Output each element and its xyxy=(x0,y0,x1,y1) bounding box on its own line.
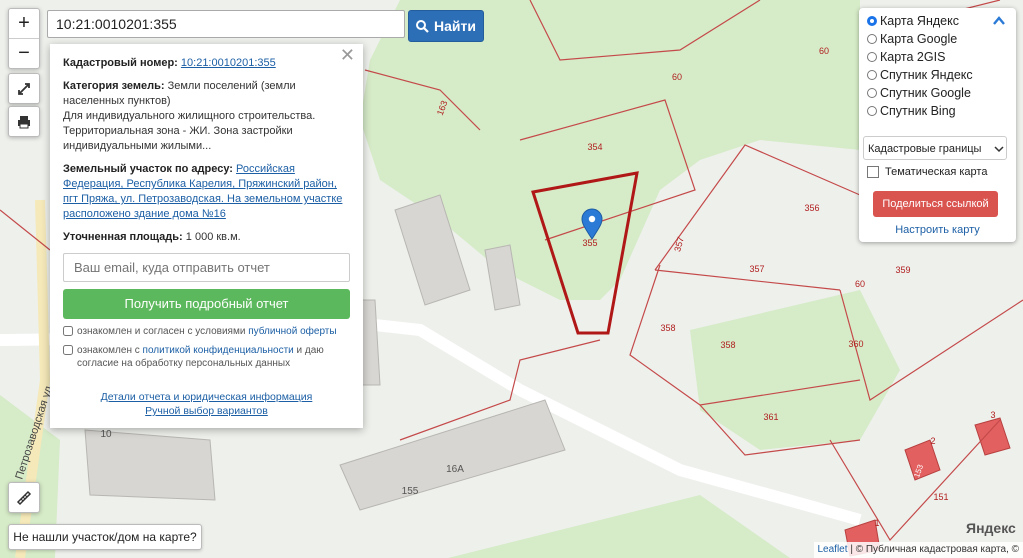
parcel-label: 358 xyxy=(720,340,735,350)
layer-option-2gis-map[interactable]: Карта 2GIS xyxy=(867,50,945,64)
privacy-agreement-prefix: ознакомлен с xyxy=(77,345,140,356)
parcel-label: 151 xyxy=(933,492,948,502)
cadastral-number-row: Кадастровый номер: 10:21:0010201:355 xyxy=(63,56,350,71)
privacy-checkbox[interactable] xyxy=(63,345,73,355)
parcel-label: 60 xyxy=(672,72,682,82)
map-attribution: Leaflet | © Публичная кадастровая карта,… xyxy=(813,542,1023,558)
ruler-button[interactable] xyxy=(8,482,40,513)
parcel-label: 354 xyxy=(587,142,602,152)
radio-icon xyxy=(867,106,877,116)
email-input[interactable] xyxy=(63,253,350,282)
chevron-up-icon[interactable] xyxy=(992,14,1006,28)
layer-option-yandex-map[interactable]: Карта Яндекс xyxy=(867,14,959,28)
house-label: 155 xyxy=(402,486,419,497)
offer-agreement: ознакомлен и согласен с условиями публич… xyxy=(63,325,350,338)
layer-option-label: Спутник Bing xyxy=(880,104,956,118)
thematic-map-toggle[interactable]: Тематическая карта xyxy=(867,166,987,178)
manual-selection-link[interactable]: Ручной выбор вариантов xyxy=(63,404,350,418)
parcel-label: 2 xyxy=(930,436,935,446)
parcel-label: 355 xyxy=(582,238,597,248)
fullscreen-button[interactable] xyxy=(8,73,40,104)
offer-checkbox[interactable] xyxy=(63,326,73,336)
area-row: Уточненная площадь: 1 000 кв.м. xyxy=(63,230,350,245)
parcel-label: 60 xyxy=(855,279,865,289)
parcel-label: 358 xyxy=(660,323,675,333)
expand-icon xyxy=(18,82,30,95)
layer-option-label: Карта 2GIS xyxy=(880,50,946,64)
attribution-separator: | xyxy=(850,544,853,555)
offer-agreement-prefix: ознакомлен и согласен с условиями xyxy=(77,326,246,337)
offer-agreement-text: ознакомлен и согласен с условиями публич… xyxy=(77,325,337,338)
cadastral-number-label: Кадастровый номер: xyxy=(63,57,178,69)
radio-icon xyxy=(867,34,877,44)
privacy-agreement-text: ознакомлен с политикой конфиденциальност… xyxy=(77,344,350,370)
print-icon xyxy=(18,115,30,128)
parcel-label: 357 xyxy=(749,264,764,274)
parcel-label: 361 xyxy=(763,412,778,422)
share-link-button[interactable]: Поделиться ссылкой xyxy=(873,191,998,217)
layer-panel: Карта Яндекс Карта Google Карта 2GIS Спу… xyxy=(859,8,1016,242)
address-row: Земельный участок по адресу: Российская … xyxy=(63,162,350,222)
setup-map-row: Настроить карту xyxy=(859,224,1016,236)
parcel-label: 60 xyxy=(819,46,829,56)
zoom-control: + − xyxy=(8,8,40,69)
print-button[interactable] xyxy=(8,106,40,137)
search-icon xyxy=(416,19,429,33)
chevron-down-icon xyxy=(994,146,1004,153)
leaflet-link[interactable]: Leaflet xyxy=(818,544,848,555)
building xyxy=(84,429,216,501)
public-offer-link[interactable]: публичной оферты xyxy=(248,326,336,337)
report-details-link[interactable]: Детали отчета и юридическая информация xyxy=(63,390,350,404)
area-label: Уточненная площадь: xyxy=(63,231,183,243)
privacy-policy-link[interactable]: политикой конфиденциальности xyxy=(143,345,294,356)
parcel-label: 1 xyxy=(874,518,879,528)
parcel-label: 359 xyxy=(895,265,910,275)
radio-icon xyxy=(867,52,877,62)
search-input[interactable] xyxy=(47,10,405,38)
parcel-label: 356 xyxy=(804,203,819,213)
privacy-agreement: ознакомлен с политикой конфиденциальност… xyxy=(63,344,350,370)
layer-option-bing-satellite[interactable]: Спутник Bing xyxy=(867,104,956,118)
attribution-copyright: © Публичная кадастровая карта, © xyxy=(855,544,1019,555)
layer-option-google-satellite[interactable]: Спутник Google xyxy=(867,86,971,100)
checkbox-icon xyxy=(867,166,879,178)
layer-option-label: Спутник Яндекс xyxy=(880,68,973,82)
layer-option-label: Карта Google xyxy=(880,32,958,46)
yandex-logo: Яндекс xyxy=(966,520,1016,536)
ruler-icon xyxy=(16,490,32,505)
popup-links: Детали отчета и юридическая информация Р… xyxy=(63,390,350,418)
zoom-in-button[interactable]: + xyxy=(9,9,39,38)
land-usage-text: Для индивидуального жилищного строительс… xyxy=(63,110,316,152)
parcel-info-popup: ✕ Кадастровый номер: 10:21:0010201:355 К… xyxy=(50,44,363,428)
overlay-select-value: Кадастровые границы xyxy=(868,143,982,155)
address-label: Земельный участок по адресу: xyxy=(63,163,233,175)
radio-icon xyxy=(867,16,877,26)
layer-option-google-map[interactable]: Карта Google xyxy=(867,32,957,46)
thematic-map-label: Тематическая карта xyxy=(885,166,988,178)
get-report-button[interactable]: Получить подробный отчет xyxy=(63,289,350,319)
layer-option-label: Спутник Google xyxy=(880,86,971,100)
search-button[interactable]: Найти xyxy=(408,10,484,42)
layer-option-yandex-satellite[interactable]: Спутник Яндекс xyxy=(867,68,973,82)
layer-option-label: Карта Яндекс xyxy=(880,14,959,28)
zoom-out-button[interactable]: − xyxy=(9,38,39,68)
close-icon[interactable]: ✕ xyxy=(340,46,355,64)
area-value: 1 000 кв.м. xyxy=(185,231,241,243)
radio-icon xyxy=(867,88,877,98)
parcel-label: 360 xyxy=(848,339,863,349)
cadastral-number-link[interactable]: 10:21:0010201:355 xyxy=(181,57,276,69)
setup-map-link[interactable]: Настроить карту xyxy=(895,224,980,236)
parcel-label: 3 xyxy=(990,410,995,420)
radio-icon xyxy=(867,70,877,80)
land-category-row: Категория земель: Земли поселений (земли… xyxy=(63,79,350,154)
house-label: 10 xyxy=(100,429,112,440)
search-button-label: Найти xyxy=(434,18,476,34)
house-label: 16А xyxy=(446,464,464,475)
not-found-button[interactable]: Не нашли участок/дом на карте? xyxy=(8,524,202,550)
overlay-select[interactable]: Кадастровые границы xyxy=(863,136,1007,160)
land-category-label: Категория земель: xyxy=(63,80,165,92)
